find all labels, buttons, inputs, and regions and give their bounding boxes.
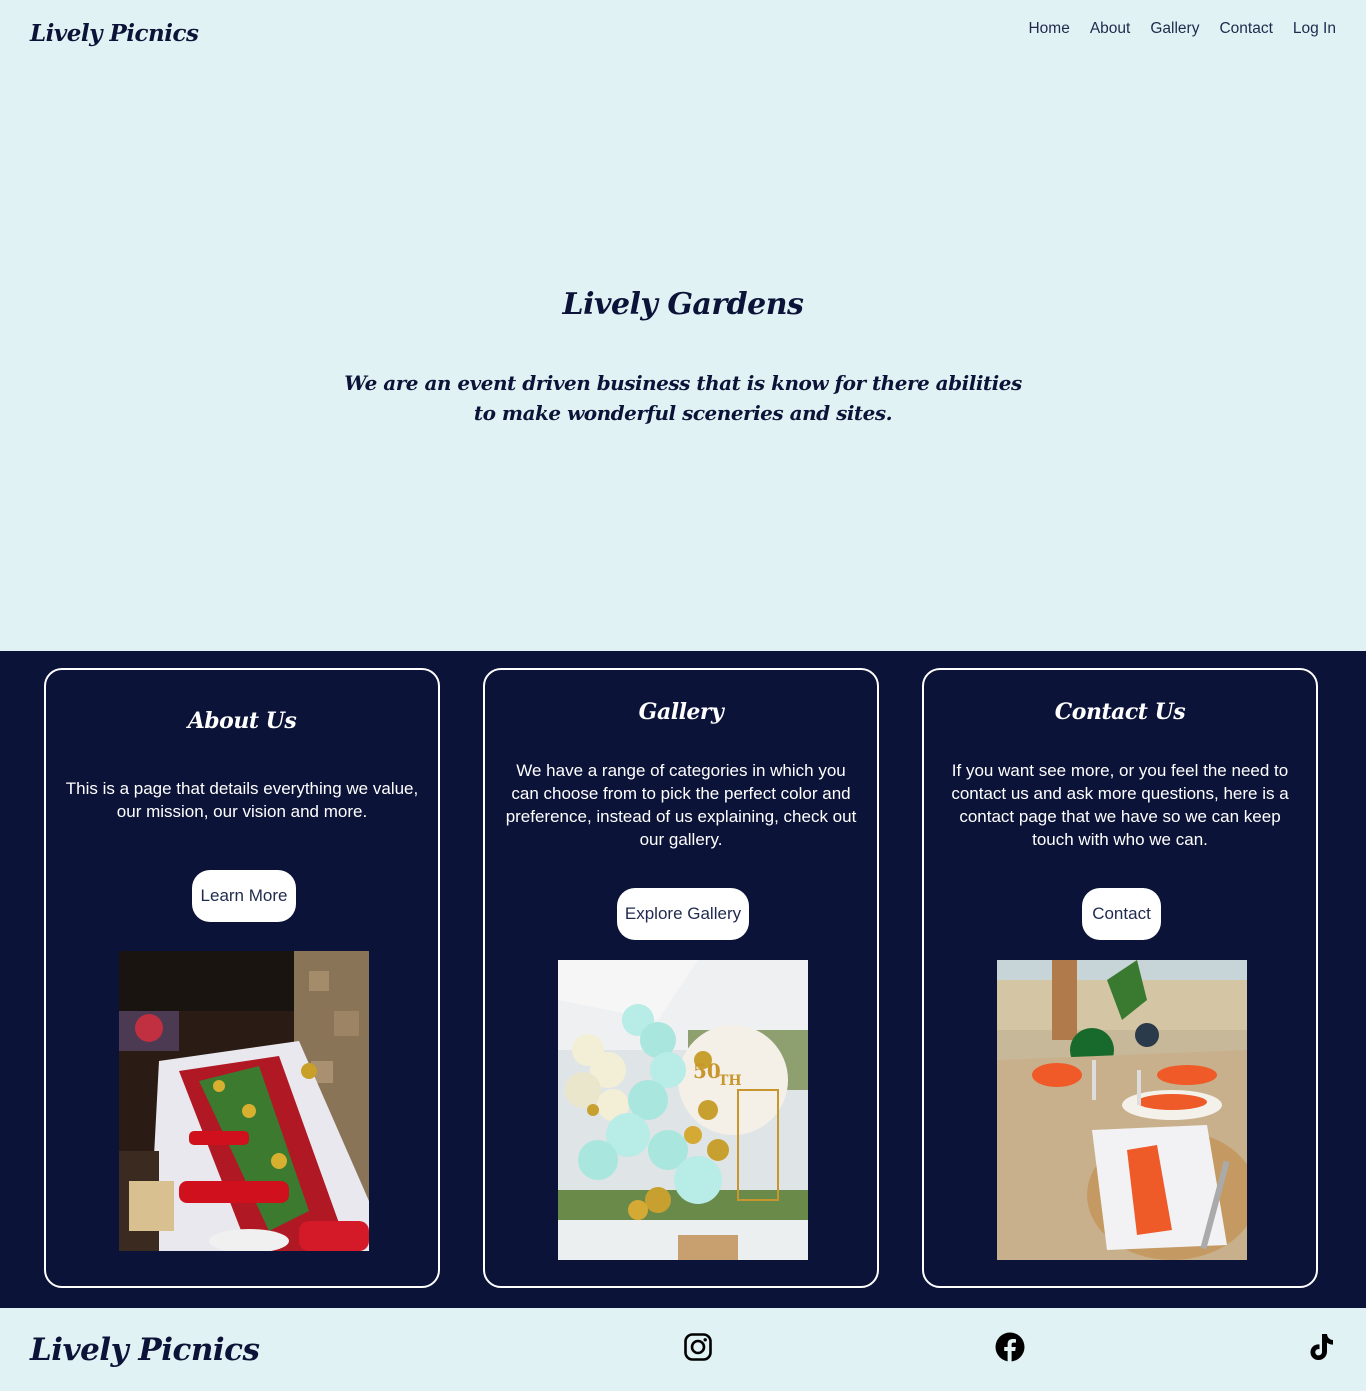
contact-button[interactable]: Contact bbox=[1082, 888, 1161, 940]
gallery-card: Gallery We have a range of categories in… bbox=[483, 668, 879, 1288]
nav-gallery[interactable]: Gallery bbox=[1150, 20, 1199, 38]
tiktok-icon[interactable] bbox=[1306, 1332, 1336, 1362]
facebook-icon[interactable] bbox=[995, 1332, 1025, 1362]
svg-text:TH: TH bbox=[718, 1073, 742, 1089]
table-setting-image bbox=[997, 960, 1247, 1260]
svg-text:50: 50 bbox=[693, 1059, 721, 1083]
about-card-text: This is a page that details everything w… bbox=[65, 779, 419, 821]
learn-more-button[interactable]: Learn More bbox=[192, 870, 296, 922]
balloon-arch-image: 50 TH bbox=[558, 960, 808, 1260]
hero-section: Lively Gardens We are an event driven bu… bbox=[0, 72, 1366, 651]
instagram-icon[interactable] bbox=[683, 1332, 713, 1362]
cards-section: About Us This is a page that details eve… bbox=[0, 651, 1366, 1308]
contact-card-title: Contact Us bbox=[1054, 699, 1186, 725]
gallery-card-title: Gallery bbox=[638, 699, 724, 725]
nav-home[interactable]: Home bbox=[1028, 20, 1069, 38]
contact-card: Contact Us If you want see more, or you … bbox=[922, 668, 1318, 1288]
hero-text: We are an event driven business that is … bbox=[344, 371, 1022, 425]
about-card-title: About Us bbox=[187, 708, 297, 734]
contact-card-text: If you want see more, or you feel the ne… bbox=[951, 761, 1289, 849]
gallery-card-text: We have a range of categories in which y… bbox=[505, 761, 857, 849]
about-card: About Us This is a page that details eve… bbox=[44, 668, 440, 1288]
site-footer: Lively Picnics bbox=[0, 1308, 1366, 1391]
nav-login[interactable]: Log In bbox=[1293, 20, 1336, 38]
explore-gallery-button[interactable]: Explore Gallery bbox=[617, 888, 749, 940]
nav-about[interactable]: About bbox=[1090, 20, 1131, 38]
footer-brand[interactable]: Lively Picnics bbox=[30, 1332, 260, 1368]
banquet-table-image bbox=[119, 951, 369, 1251]
brand-logo[interactable]: Lively Picnics bbox=[30, 20, 199, 47]
nav-contact[interactable]: Contact bbox=[1219, 20, 1272, 38]
hero-title: Lively Gardens bbox=[562, 287, 804, 322]
main-nav: Home About Gallery Contact Log In bbox=[1028, 20, 1336, 38]
site-header: Lively Picnics Home About Gallery Contac… bbox=[0, 0, 1366, 72]
